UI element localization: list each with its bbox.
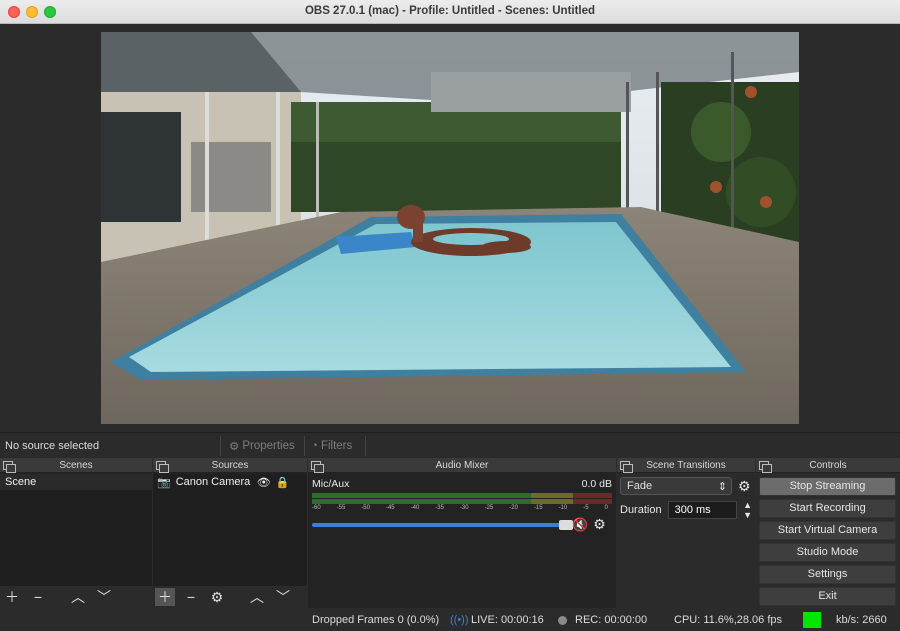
filters-button[interactable]: ◔ Filters: [304, 436, 366, 456]
minus-icon: −: [33, 589, 43, 605]
status-bar: Dropped Frames 0 (0.0%) ((•)) LIVE: 00:0…: [0, 608, 900, 631]
stop-streaming-button[interactable]: Stop Streaming: [759, 477, 896, 496]
audio-mixer-dock: Audio Mixer Mic/Aux 0.0 dB -60 -55 -50 -45-…: [308, 458, 616, 608]
chevron-down-icon: ﹀: [97, 589, 111, 605]
settings-button[interactable]: Settings: [759, 565, 896, 584]
preview-area: [0, 24, 900, 432]
cpu-fps: CPU: 11.6%,28.06 fps: [674, 614, 783, 626]
dropped-frames: Dropped Frames 0 (0.0%): [312, 614, 440, 626]
source-toolbar: No source selected ⚙ Properties ◔ Filter…: [0, 432, 900, 458]
source-name: Canon Camera: [175, 476, 251, 488]
camera-icon: 📷: [157, 476, 171, 489]
scenes-footer: ＋ − ︿ ﹀: [0, 586, 152, 608]
move-scene-up-button[interactable]: ︿: [68, 588, 88, 606]
meter-scale: -60 -55 -50 -45 -40 -35 -30 -25 -20 -15 -10 -5 0: [312, 505, 608, 511]
sources-list: 📷 Canon Camera 👁 🔒: [153, 474, 307, 586]
duration-label: Duration: [620, 504, 662, 516]
undock-icon[interactable]: [311, 461, 324, 473]
stream-health-indicator: [803, 612, 821, 628]
volume-meter: [312, 493, 612, 498]
scene-transitions-dock: Scene Transitions Fade ⇕ ⚙ Duration 300 …: [617, 458, 755, 608]
filters-label: Filters: [320, 440, 353, 452]
gear-icon: ⚙: [229, 441, 240, 453]
audio-mixer-title: Audio Mixer: [435, 460, 489, 471]
plus-icon: ＋: [5, 589, 19, 605]
gear-icon[interactable]: ⚙: [593, 516, 606, 533]
move-source-down-button[interactable]: ﹀: [273, 588, 293, 606]
studio-mode-button[interactable]: Studio Mode: [759, 543, 896, 562]
chevron-up-icon: ︿: [71, 589, 85, 605]
filter-icon: ◔: [311, 440, 318, 452]
transition-select[interactable]: Fade ⇕: [620, 477, 732, 495]
controls-title: Controls: [809, 460, 847, 471]
rec-timer: REC: 00:00:00: [575, 614, 648, 626]
volume-slider[interactable]: [312, 519, 573, 530]
sources-footer: ＋ − ⚙ ︿ ﹀: [153, 586, 307, 608]
source-item[interactable]: 📷 Canon Camera 👁 🔒: [153, 474, 307, 490]
add-scene-button[interactable]: ＋: [2, 588, 22, 606]
remove-source-button[interactable]: −: [181, 588, 201, 606]
transitions-title: Scene Transitions: [646, 460, 726, 471]
bitrate: kb/s: 2660: [836, 614, 887, 626]
duration-input[interactable]: 300 ms: [667, 501, 738, 519]
mixer-channel: Mic/Aux 0.0 dB -60 -55 -50 -45 -40 -35 -30 -25-…: [308, 474, 616, 608]
scenes-dock: Scenes Scene ＋ − ︿ ﹀: [0, 458, 152, 608]
chevron-up-icon: ︿: [250, 589, 264, 605]
controls-header: Controls: [756, 458, 900, 473]
add-source-button[interactable]: ＋: [155, 588, 175, 606]
move-source-up-button[interactable]: ︿: [247, 588, 267, 606]
title-bar: OBS 27.0.1 (mac) - Profile: Untitled - S…: [0, 0, 900, 24]
preview-canvas[interactable]: [101, 32, 799, 424]
exit-button[interactable]: Exit: [759, 587, 896, 606]
minus-icon: −: [186, 589, 196, 605]
updown-chevron-icon: ⇕: [717, 480, 727, 493]
plus-icon: ＋: [158, 589, 172, 605]
sources-dock-header: Sources: [153, 458, 307, 473]
remove-scene-button[interactable]: −: [28, 588, 48, 606]
scene-item[interactable]: Scene: [0, 474, 152, 490]
channel-name: Mic/Aux: [312, 478, 350, 490]
move-scene-down-button[interactable]: ﹀: [94, 588, 114, 606]
live-timer: LIVE: 00:00:16: [471, 614, 544, 626]
slider-handle[interactable]: [559, 519, 573, 530]
undock-icon[interactable]: [759, 461, 772, 473]
undock-icon[interactable]: [156, 461, 169, 473]
eye-icon[interactable]: 👁: [257, 476, 271, 489]
channel-level: 0.0 dB: [581, 478, 612, 490]
sources-dock: Sources 📷 Canon Camera 👁 🔒 ＋ − ⚙ ︿ ﹀: [153, 458, 307, 608]
record-icon: [558, 616, 567, 625]
source-properties-button[interactable]: ⚙: [207, 588, 227, 606]
transition-value: Fade: [627, 480, 653, 492]
scenes-dock-header: Scenes: [0, 458, 152, 473]
scenes-title: Scenes: [59, 460, 93, 471]
chevron-down-icon: ﹀: [276, 589, 290, 605]
gear-icon: ⚙: [210, 588, 224, 605]
scenes-list: Scene: [0, 474, 152, 586]
streaming-icon: ((•)): [450, 614, 469, 626]
transitions-header: Scene Transitions: [617, 458, 755, 473]
audio-mixer-header: Audio Mixer: [308, 458, 616, 473]
spin-arrows-icon[interactable]: ▲ ▼: [743, 500, 752, 520]
controls-dock: Controls Stop Streaming Start Recording …: [756, 458, 900, 608]
no-source-label: No source selected: [5, 440, 100, 452]
undock-icon[interactable]: [620, 461, 633, 473]
undock-icon[interactable]: [3, 461, 16, 473]
properties-button[interactable]: ⚙ Properties: [220, 436, 304, 456]
sources-title: Sources: [211, 460, 249, 471]
pool-scene-image: [101, 32, 799, 424]
window-title: OBS 27.0.1 (mac) - Profile: Untitled - S…: [304, 5, 596, 17]
start-recording-button[interactable]: Start Recording: [759, 499, 896, 518]
gear-icon[interactable]: ⚙: [738, 478, 751, 495]
volume-meter: [312, 499, 612, 504]
properties-label: Properties: [242, 440, 295, 452]
mute-icon[interactable]: 🔇: [572, 517, 588, 533]
lock-icon[interactable]: 🔒: [276, 476, 290, 489]
start-virtual-camera-button[interactable]: Start Virtual Camera: [759, 521, 896, 540]
